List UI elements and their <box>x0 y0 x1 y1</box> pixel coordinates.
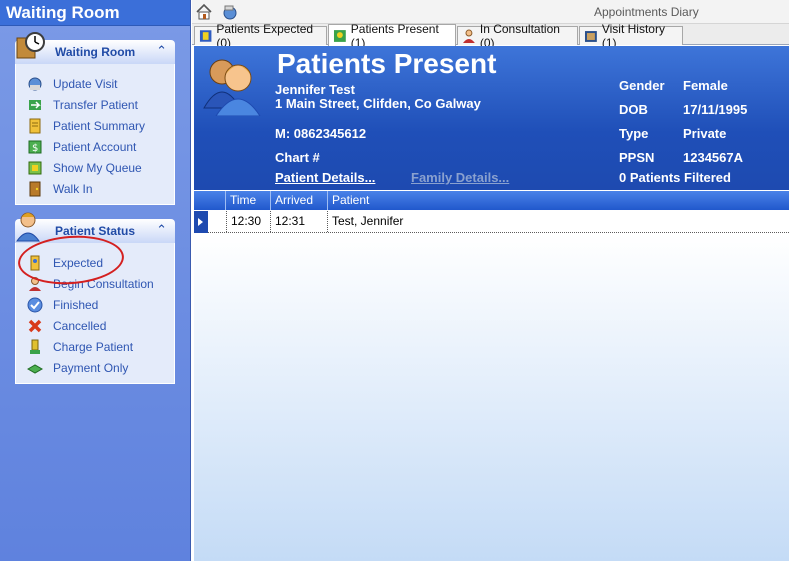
tab-in-consultation[interactable]: In Consultation (0) <box>457 22 578 50</box>
column-label: Time <box>230 193 257 207</box>
begin-consultation-link[interactable]: Begin Consultation <box>16 273 174 294</box>
charge-patient-icon <box>26 339 44 355</box>
waiting-room-panel-header[interactable]: Waiting Room ⌃ <box>15 32 175 64</box>
finished-label: Finished <box>53 297 99 312</box>
patients-expected-icon <box>199 30 212 42</box>
patient-account-label: Patient Account <box>53 139 137 154</box>
patient-name: Jennifer Test <box>275 82 355 97</box>
cell-patient: Test, Jennifer <box>332 214 404 228</box>
finished-link[interactable]: Finished <box>16 294 174 315</box>
finished-icon <box>26 297 44 313</box>
patient-status-panel-title: Patient Status <box>55 224 136 238</box>
appointments-diary: Appointments Diary Patients Expected (0)… <box>192 0 789 561</box>
pane-title: Waiting Room <box>0 0 190 26</box>
collapse-icon[interactable]: ⌃ <box>156 43 167 59</box>
update-visit-link[interactable]: Update Visit <box>16 73 174 94</box>
transfer-patient-label: Transfer Patient <box>53 97 138 112</box>
expected-icon <box>26 255 44 271</box>
waiting-room-panel: Waiting Room ⌃ Update Visit Transfer Pat… <box>15 32 175 205</box>
filter-status: 0 Patients Filtered <box>619 170 731 185</box>
walk-in-label: Walk In <box>53 181 93 196</box>
payment-only-icon <box>26 360 44 376</box>
tab-visit-history[interactable]: Visit History (1) <box>579 22 683 50</box>
dob-label: DOB <box>619 102 648 117</box>
patient-summary-label: Patient Summary <box>53 118 146 133</box>
toolbar: Appointments Diary <box>192 0 789 24</box>
patient-status-panel-header[interactable]: Patient Status ⌃ <box>15 212 175 243</box>
update-visit-label: Update Visit <box>53 76 118 91</box>
column-label: Arrived <box>275 193 314 207</box>
row-selector[interactable] <box>194 211 208 233</box>
patient-account-icon: $ <box>26 139 44 155</box>
gender-value: Female <box>683 78 728 93</box>
column-label: Patient <box>332 193 370 207</box>
show-my-queue-link[interactable]: Show My Queue <box>16 157 174 178</box>
transfer-patient-link[interactable]: Transfer Patient <box>16 94 174 115</box>
show-my-queue-label: Show My Queue <box>53 160 142 175</box>
waiting-room-icon <box>16 32 45 59</box>
ppsn-value: 1234567A <box>683 150 743 165</box>
cancelled-link[interactable]: Cancelled <box>16 315 174 336</box>
table-row[interactable]: 12:30 12:31 Test, Jennifer <box>194 211 789 233</box>
walk-in-icon <box>26 181 44 197</box>
begin-consultation-label: Begin Consultation <box>53 276 154 291</box>
patient-summary-icon <box>26 118 44 134</box>
charge-patient-label: Charge Patient <box>53 339 134 354</box>
visit-history-icon <box>584 31 597 42</box>
patient-address: 1 Main Street, Clifden, Co Galway <box>275 96 481 111</box>
svg-text:$: $ <box>32 143 38 154</box>
patient-status-icon <box>16 212 40 242</box>
begin-consultation-icon <box>26 276 44 292</box>
charge-patient-link[interactable]: Charge Patient <box>16 336 174 357</box>
tab-patients-expected[interactable]: Patients Expected (0) <box>194 22 327 50</box>
patients-present-icon <box>333 29 346 42</box>
cancelled-label: Cancelled <box>53 318 107 333</box>
dob-value: 17/11/1995 <box>683 102 748 117</box>
column-header-patient[interactable]: Patient <box>328 191 789 210</box>
expected-link[interactable]: Expected <box>16 252 174 273</box>
patient-details-link[interactable]: Patient Details... <box>275 170 375 185</box>
diary-title: Appointments Diary <box>594 5 699 19</box>
gender-label: Gender <box>619 78 665 93</box>
patient-account-link[interactable]: $ Patient Account <box>16 136 174 157</box>
in-consultation-icon <box>462 29 475 43</box>
current-row-arrow-icon <box>198 218 203 226</box>
expected-label: Expected <box>53 255 104 270</box>
ppsn-label: PPSN <box>619 150 655 165</box>
column-header-time[interactable]: Time △ <box>226 191 271 226</box>
page-title: Patients Present <box>277 48 497 79</box>
waiting-room-panel-title: Waiting Room <box>55 45 136 59</box>
patient-mobile: M: 0862345612 <box>275 126 367 141</box>
cell-time: 12:30 <box>226 211 271 232</box>
chart-number-label: Chart # <box>275 150 320 165</box>
cancelled-icon <box>26 318 44 334</box>
update-visit-icon <box>26 76 44 92</box>
tab-bar: Patients Expected (0) Patients Present (… <box>192 22 789 50</box>
family-details-link: Family Details... <box>411 170 510 185</box>
waiting-room-pane: Waiting Room Waiting Room ⌃ Update Visit… <box>0 0 191 561</box>
tab-patients-present[interactable]: Patients Present (1) <box>328 22 456 50</box>
type-label: Type <box>619 126 649 141</box>
grid-empty-area <box>194 234 789 561</box>
grid-header: Time △ Arrived Patient <box>194 191 789 226</box>
walk-in-link[interactable]: Walk In <box>16 178 174 199</box>
patient-header: Patients Present Jennifer Test 1 Main St… <box>194 46 789 190</box>
row-selector-header <box>194 191 226 210</box>
home-icon[interactable] <box>195 3 213 21</box>
payment-only-link[interactable]: Payment Only <box>16 357 174 378</box>
payment-only-label: Payment Only <box>53 360 129 375</box>
column-header-arrived[interactable]: Arrived <box>271 191 328 210</box>
patient-status-panel: Patient Status ⌃ Expected Begin Consulta… <box>15 212 175 384</box>
cell-arrived: 12:31 <box>271 211 328 232</box>
show-queue-icon <box>26 160 44 176</box>
transfer-patient-icon <box>26 97 44 113</box>
patient-avatar-icon <box>203 59 261 116</box>
patient-summary-link[interactable]: Patient Summary <box>16 115 174 136</box>
collapse-icon[interactable]: ⌃ <box>156 222 167 238</box>
type-value: Private <box>683 126 727 141</box>
refresh-icon[interactable] <box>221 3 239 21</box>
